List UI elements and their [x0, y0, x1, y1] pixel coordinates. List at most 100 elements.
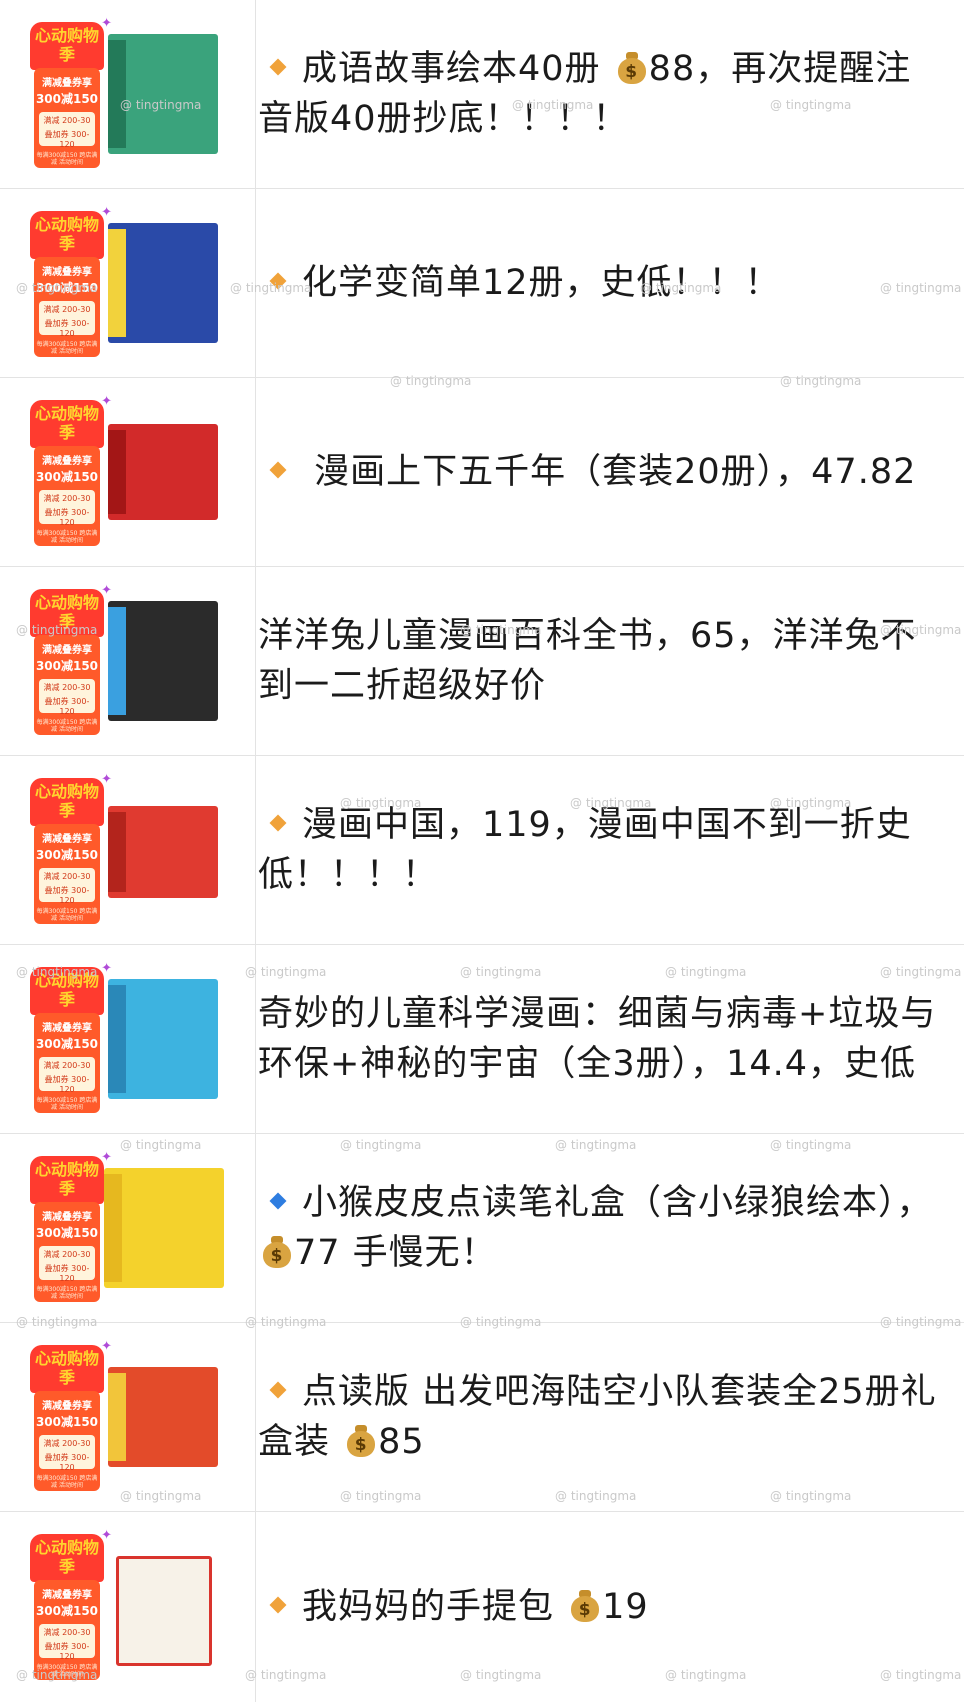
badge-footer: 每满300减150 跨店满减 活动时间	[36, 1286, 98, 1300]
badge-footer: 每满300减150 跨店满减 活动时间	[36, 908, 98, 922]
watermark: @ tingtingma	[880, 623, 962, 637]
gift-box-icon	[108, 424, 218, 520]
watermark: @ tingtingma	[880, 1315, 962, 1329]
watermark: @ tingtingma	[555, 1489, 637, 1503]
watermark: @ tingtingma	[120, 98, 202, 112]
product-thumbnail[interactable]: 心动购物季 ✦ 满减叠券享 300减150 满减 200-30 叠加券 300-1…	[0, 378, 256, 566]
gift-box-icon	[108, 806, 218, 898]
bullet-diamond-icon	[269, 1192, 287, 1210]
watermark: @ tingtingma	[16, 1668, 98, 1682]
watermark: @ tingtingma	[120, 1138, 202, 1152]
watermark: @ tingtingma	[245, 1668, 327, 1682]
sparkle-icon: ✦	[101, 394, 112, 409]
watermark: @ tingtingma	[16, 1315, 98, 1329]
book-set-icon	[108, 34, 218, 154]
product-thumbnail[interactable]: 心动购物季 ✦ 满减叠券享 300减150 满减 200-30 叠加券 300-1…	[0, 0, 256, 188]
badge-line1: 满减叠券享	[42, 645, 92, 656]
badge-coupon-2: 叠加券 300-120	[44, 1453, 90, 1472]
item-description: 成语故事绘本40册 $88，再次提醒注音版40册抄底！！！！	[258, 44, 946, 144]
product-thumbnail[interactable]: 心动购物季 ✦ 满减叠券享 300减150 满减 200-30 叠加券 300-1…	[0, 1323, 256, 1511]
item-price: 85	[378, 1422, 425, 1462]
badge-line2: 300减150	[35, 92, 99, 106]
watermark: @ tingtingma	[880, 965, 962, 979]
badge-footer: 每满300减150 跨店满减 活动时间	[36, 341, 98, 355]
badge-line1: 满减叠券享	[42, 456, 92, 467]
watermark: @ tingtingma	[880, 1668, 962, 1682]
list-item[interactable]: 心动购物季 ✦ 满减叠券享 300减150 满减 200-30 叠加券 300-1…	[0, 0, 964, 189]
item-text: 漫画中国，119，漫画中国不到一折史低！！！！	[258, 805, 912, 895]
badge-coupon-2: 叠加券 300-120	[44, 130, 90, 149]
promo-badge: 心动购物季 ✦ 满减叠券享 300减150 满减 200-30 叠加券 300-1…	[30, 16, 112, 172]
item-description: 漫画中国，119，漫画中国不到一折史低！！！！	[258, 800, 946, 900]
item-text: 漫画上下五千年（套装20册），47.82	[302, 452, 917, 492]
money-bag-icon: $	[262, 1234, 292, 1268]
badge-line2: 300减150	[35, 1415, 99, 1429]
badge-line1: 满减叠券享	[42, 1590, 92, 1601]
bullet-diamond-icon	[269, 1381, 287, 1399]
badge-line1: 满减叠券享	[42, 1401, 92, 1412]
item-description: 洋洋兔儿童漫画百科全书，65，洋洋兔不到一二折超级好价	[258, 611, 946, 711]
badge-title: 心动购物季	[34, 1160, 99, 1198]
badge-title: 心动购物季	[34, 215, 99, 253]
promo-badge: 心动购物季 ✦ 满减叠券享 300减150 满减 200-30 叠加券 300-1…	[30, 394, 112, 550]
item-description: 点读版 出发吧海陆空小队套装全25册礼盒装 $85	[258, 1367, 946, 1467]
list-item[interactable]: 心动购物季 ✦ 满减叠券享 300减150 满减 200-30 叠加券 300-1…	[0, 945, 964, 1134]
watermark: @ tingtingma	[665, 1668, 747, 1682]
watermark: @ tingtingma	[460, 1315, 542, 1329]
book-set-icon	[108, 979, 218, 1099]
badge-line1: 满减叠券享	[42, 1212, 92, 1223]
badge-title: 心动购物季	[34, 1538, 99, 1576]
promo-badge: 心动购物季 ✦ 满减叠券享 300减150 满减 200-30 叠加券 300-1…	[30, 1528, 112, 1684]
watermark: @ tingtingma	[16, 623, 98, 637]
item-text: 小猴皮皮点读笔礼盒（含小绿狼绘本），	[302, 1183, 933, 1223]
sparkle-icon: ✦	[101, 961, 112, 976]
badge-line1: 满减叠券享	[42, 267, 92, 278]
product-thumbnail[interactable]: 心动购物季 ✦ 满减叠券享 300减150 满减 200-30 叠加券 300-1…	[0, 567, 256, 755]
reading-pen-icon	[104, 1168, 224, 1288]
badge-footer: 每满300减150 跨店满减 活动时间	[36, 1475, 98, 1489]
item-price: 77 手慢无！	[294, 1233, 497, 1273]
watermark: @ tingtingma	[460, 965, 542, 979]
watermark: @ tingtingma	[460, 1668, 542, 1682]
watermark: @ tingtingma	[770, 98, 852, 112]
badge-line2: 300减150	[35, 1226, 99, 1240]
badge-line2: 300减150	[35, 848, 99, 862]
badge-title: 心动购物季	[34, 26, 99, 64]
watermark: @ tingtingma	[340, 1138, 422, 1152]
item-description: 奇妙的儿童科学漫画：细菌与病毒+垃圾与环保+神秘的宇宙（全3册），14.4，史低	[258, 989, 946, 1089]
badge-coupon-2: 叠加券 300-120	[44, 886, 90, 905]
list-item[interactable]: 心动购物季 ✦ 满减叠券享 300减150 满减 200-30 叠加券 300-1…	[0, 756, 964, 945]
money-bag-icon: $	[570, 1588, 600, 1622]
product-thumbnail[interactable]: 心动购物季 ✦ 满减叠券享 300减150 满减 200-30 叠加券 300-1…	[0, 756, 256, 944]
watermark: @ tingtingma	[245, 1315, 327, 1329]
watermark: @ tingtingma	[16, 965, 98, 979]
list-item[interactable]: 心动购物季 ✦ 满减叠券享 300减150 满减 200-30 叠加券 300-1…	[0, 1512, 964, 1702]
watermark: @ tingtingma	[770, 1489, 852, 1503]
watermark: @ tingtingma	[390, 374, 472, 388]
badge-coupon-1: 满减 200-30	[43, 683, 91, 692]
item-text: 我妈妈的手提包	[302, 1587, 567, 1627]
badge-line2: 300减150	[35, 470, 99, 484]
watermark: @ tingtingma	[665, 965, 747, 979]
watermark: @ tingtingma	[340, 1489, 422, 1503]
watermark: @ tingtingma	[640, 281, 722, 295]
list-item[interactable]: 心动购物季 ✦ 满减叠券享 300减150 满减 200-30 叠加券 300-1…	[0, 1134, 964, 1323]
badge-coupon-2: 叠加券 300-120	[44, 508, 90, 527]
badge-line2: 300减150	[35, 1037, 99, 1051]
watermark: @ tingtingma	[770, 1138, 852, 1152]
badge-footer: 每满300减150 跨店满减 活动时间	[36, 152, 98, 166]
promo-badge: 心动购物季 ✦ 满减叠券享 300减150 满减 200-30 叠加券 300-1…	[30, 772, 112, 928]
list-item[interactable]: 心动购物季 ✦ 满减叠券享 300减150 满减 200-30 叠加券 300-1…	[0, 567, 964, 756]
watermark: @ tingtingma	[512, 98, 594, 112]
product-thumbnail[interactable]: 心动购物季 ✦ 满减叠券享 300减150 满减 200-30 叠加券 300-1…	[0, 1134, 256, 1322]
badge-coupon-1: 满减 200-30	[43, 1439, 91, 1448]
bullet-diamond-icon	[269, 1596, 287, 1614]
book-set-icon	[108, 601, 218, 721]
list-item[interactable]: 心动购物季 ✦ 满减叠券享 300减150 满减 200-30 叠加券 300-1…	[0, 1315, 964, 1512]
list-item[interactable]: 心动购物季 ✦ 满减叠券享 300减150 满减 200-30 叠加券 300-1…	[0, 189, 964, 378]
handbag-icon	[116, 1556, 212, 1666]
badge-coupon-2: 叠加券 300-120	[44, 319, 90, 338]
promo-badge: 心动购物季 ✦ 满减叠券享 300减150 满减 200-30 叠加券 300-1…	[30, 1339, 112, 1495]
sparkle-icon: ✦	[101, 1339, 112, 1354]
list-item[interactable]: 心动购物季 ✦ 满减叠券享 300减150 满减 200-30 叠加券 300-1…	[0, 374, 964, 567]
